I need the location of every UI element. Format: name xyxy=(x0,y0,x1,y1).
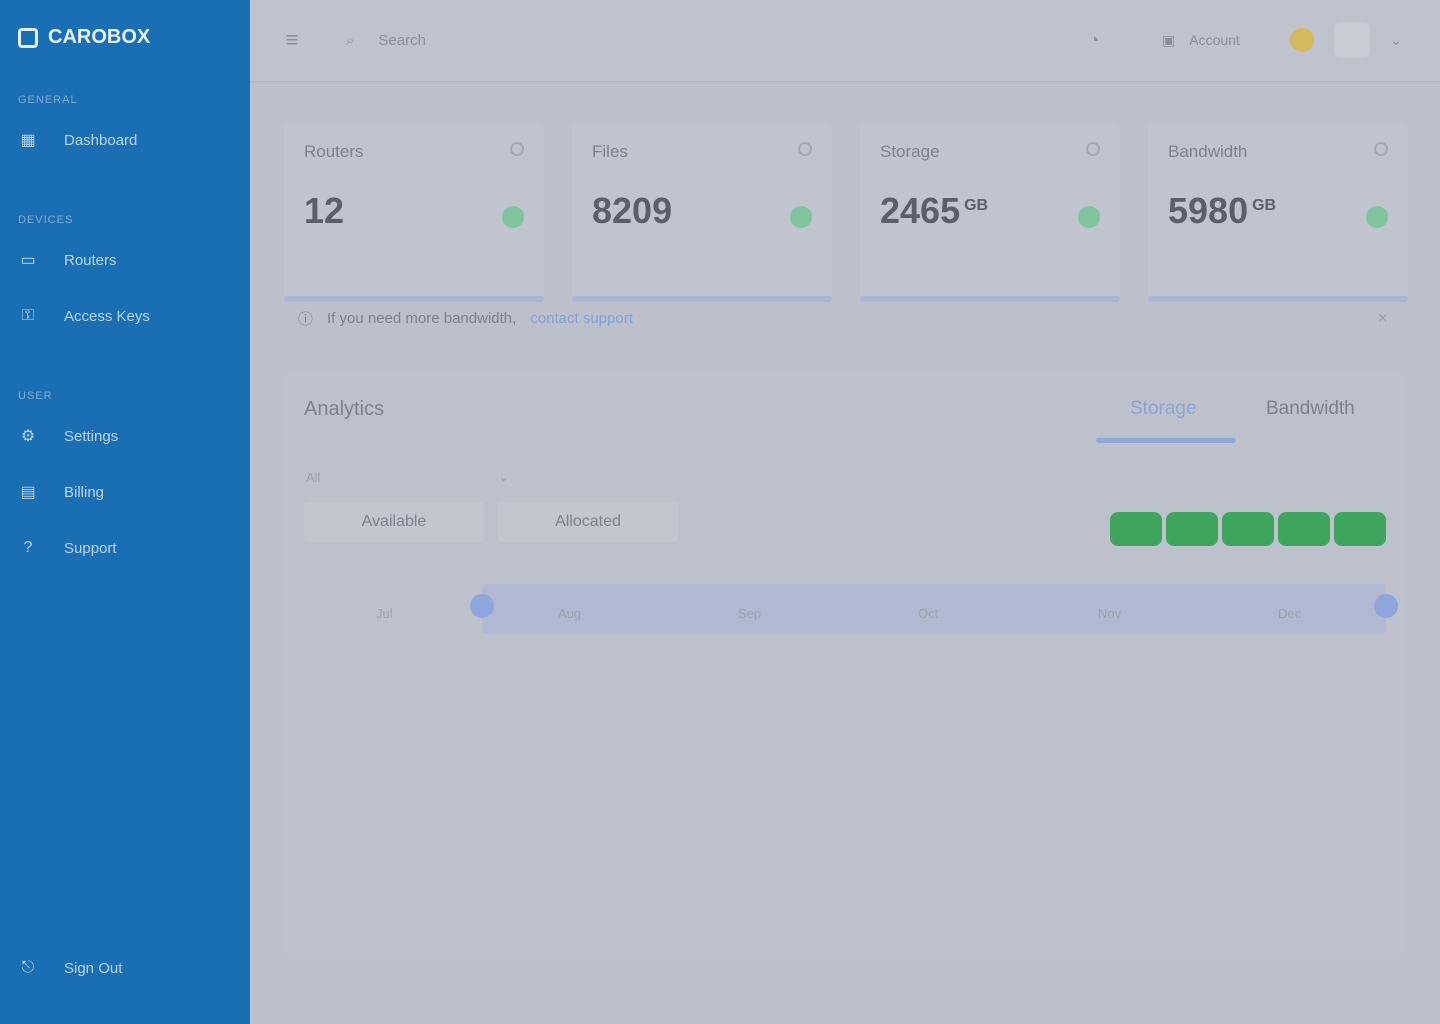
logout-icon: ⎋ xyxy=(21,959,35,976)
sidebar-item-support[interactable]: ? Support xyxy=(18,534,117,562)
sidebar-item-label: Dashboard xyxy=(64,131,138,149)
sidebar: CAROBOX GENERAL ▦ Dashboard DEVICES ▭ Ro… xyxy=(0,0,250,1024)
range-tick: Sep xyxy=(738,606,762,621)
info-alert: ⓘ If you need more bandwidth, contact su… xyxy=(284,296,1406,340)
range-start-handle[interactable] xyxy=(470,594,494,618)
range-track[interactable]: Aug Sep Oct Nov Dec xyxy=(470,584,1398,634)
brand-logo[interactable]: CAROBOX xyxy=(18,26,150,49)
user-icon: ▣ xyxy=(1162,31,1176,48)
stat-card-routers[interactable]: Routers 12 xyxy=(284,124,544,302)
bell-icon: ◔ xyxy=(1088,29,1100,50)
router-icon: ▭ xyxy=(20,252,36,269)
contact-support-link[interactable]: contact support xyxy=(530,310,633,327)
card-value: 2465 GB xyxy=(880,190,989,231)
range-tick: Nov xyxy=(1098,606,1122,621)
status-pill[interactable] xyxy=(1110,512,1162,546)
sidebar-item-dashboard[interactable]: ▦ Dashboard xyxy=(18,126,137,154)
top-bar: ≡ ⌕ Search ◔ ▣ Account ⌄ xyxy=(250,0,1440,82)
profile-picture[interactable] xyxy=(1334,22,1370,58)
active-tab-indicator xyxy=(1096,438,1236,443)
sidebar-item-label: Settings xyxy=(64,427,119,445)
status-pill[interactable] xyxy=(1278,512,1330,546)
sidebar-item-label: Billing xyxy=(64,483,105,501)
sidebar-item-label: Support xyxy=(64,539,117,557)
avatar[interactable] xyxy=(1290,28,1314,52)
sidebar-item-routers[interactable]: ▭ Routers xyxy=(18,246,117,274)
search-icon: ⌕ xyxy=(346,31,355,49)
key-icon: ⚿ xyxy=(21,307,35,324)
range-end-handle[interactable] xyxy=(1374,594,1398,618)
stat-card-bandwidth[interactable]: Bandwidth 5980 GB xyxy=(1148,124,1408,302)
sign-out-label: Sign Out xyxy=(64,959,123,977)
card-value: 8209 xyxy=(592,190,673,231)
card-value: 12 xyxy=(304,190,345,231)
trend-up-icon xyxy=(1366,206,1388,228)
sign-out-button[interactable]: ⎋ Sign Out xyxy=(18,958,123,978)
account-menu[interactable]: ▣ Account xyxy=(1162,26,1272,54)
stat-card-files[interactable]: Files 8209 xyxy=(572,124,832,302)
menu-toggle-button[interactable]: ≡ xyxy=(280,27,304,52)
panel-title: Analytics xyxy=(304,398,385,420)
info-icon: ⓘ xyxy=(298,310,314,328)
card-icon: ▤ xyxy=(20,484,36,501)
account-dropdown[interactable]: ⌄ xyxy=(1386,28,1406,52)
allocated-button[interactable]: Allocated xyxy=(498,502,678,542)
chevron-down-icon: ⌄ xyxy=(1390,31,1402,48)
range-tick: Dec xyxy=(1278,606,1302,621)
close-icon[interactable]: × xyxy=(1377,308,1388,329)
date-range-slider[interactable]: Jul Aug Sep Oct Nov Dec xyxy=(304,584,1398,634)
user-name: Account xyxy=(1189,32,1240,48)
alert-text: If you need more bandwidth, xyxy=(327,309,517,327)
hamburger-icon: ≡ xyxy=(285,27,299,52)
sidebar-item-settings[interactable]: ⚙ Settings xyxy=(18,422,118,450)
sidebar-section-devices: DEVICES xyxy=(18,214,74,226)
filter-select[interactable]: All xyxy=(306,470,320,485)
grid-icon: ▦ xyxy=(20,132,36,149)
info-icon[interactable] xyxy=(510,142,524,156)
sidebar-item-label: Access Keys xyxy=(64,307,150,325)
sidebar-section-general: GENERAL xyxy=(18,94,78,106)
card-value: 5980 GB xyxy=(1168,190,1277,231)
available-button[interactable]: Available xyxy=(304,502,484,542)
tab-storage[interactable]: Storage xyxy=(1130,398,1197,420)
chevron-down-icon[interactable]: ⌄ xyxy=(498,468,510,485)
analytics-panel: Analytics Storage Bandwidth All ⌄ Availa… xyxy=(284,372,1406,958)
sidebar-item-label: Routers xyxy=(64,251,117,269)
notifications-button[interactable]: ◔ xyxy=(1082,28,1106,52)
status-pill[interactable] xyxy=(1222,512,1274,546)
trend-up-icon xyxy=(502,206,524,228)
card-title: Bandwidth xyxy=(1168,142,1248,161)
brand-name: CAROBOX xyxy=(48,26,151,48)
card-title: Routers xyxy=(304,142,364,161)
card-title: Files xyxy=(592,142,628,161)
range-tick: Oct xyxy=(918,606,939,621)
help-icon: ? xyxy=(23,539,33,556)
trend-up-icon xyxy=(1078,206,1100,228)
sidebar-section-user: USER xyxy=(18,390,53,402)
sidebar-item-access-keys[interactable]: ⚿ Access Keys xyxy=(18,302,150,330)
stat-card-storage[interactable]: Storage 2465 GB xyxy=(860,124,1120,302)
search-box[interactable]: ⌕ Search xyxy=(346,26,556,54)
status-pill[interactable] xyxy=(1334,512,1386,546)
card-title: Storage xyxy=(880,142,940,161)
range-start-label: Jul xyxy=(376,606,393,621)
sidebar-item-billing[interactable]: ▤ Billing xyxy=(18,478,104,506)
logo-icon xyxy=(18,27,38,48)
range-tick: Aug xyxy=(558,606,582,621)
info-icon[interactable] xyxy=(798,142,812,156)
info-icon[interactable] xyxy=(1086,142,1100,156)
trend-up-icon xyxy=(790,206,812,228)
gear-icon: ⚙ xyxy=(20,428,36,445)
search-input[interactable]: Search xyxy=(378,32,426,49)
info-icon[interactable] xyxy=(1374,142,1388,156)
status-pill[interactable] xyxy=(1166,512,1218,546)
tab-bandwidth[interactable]: Bandwidth xyxy=(1266,398,1355,420)
